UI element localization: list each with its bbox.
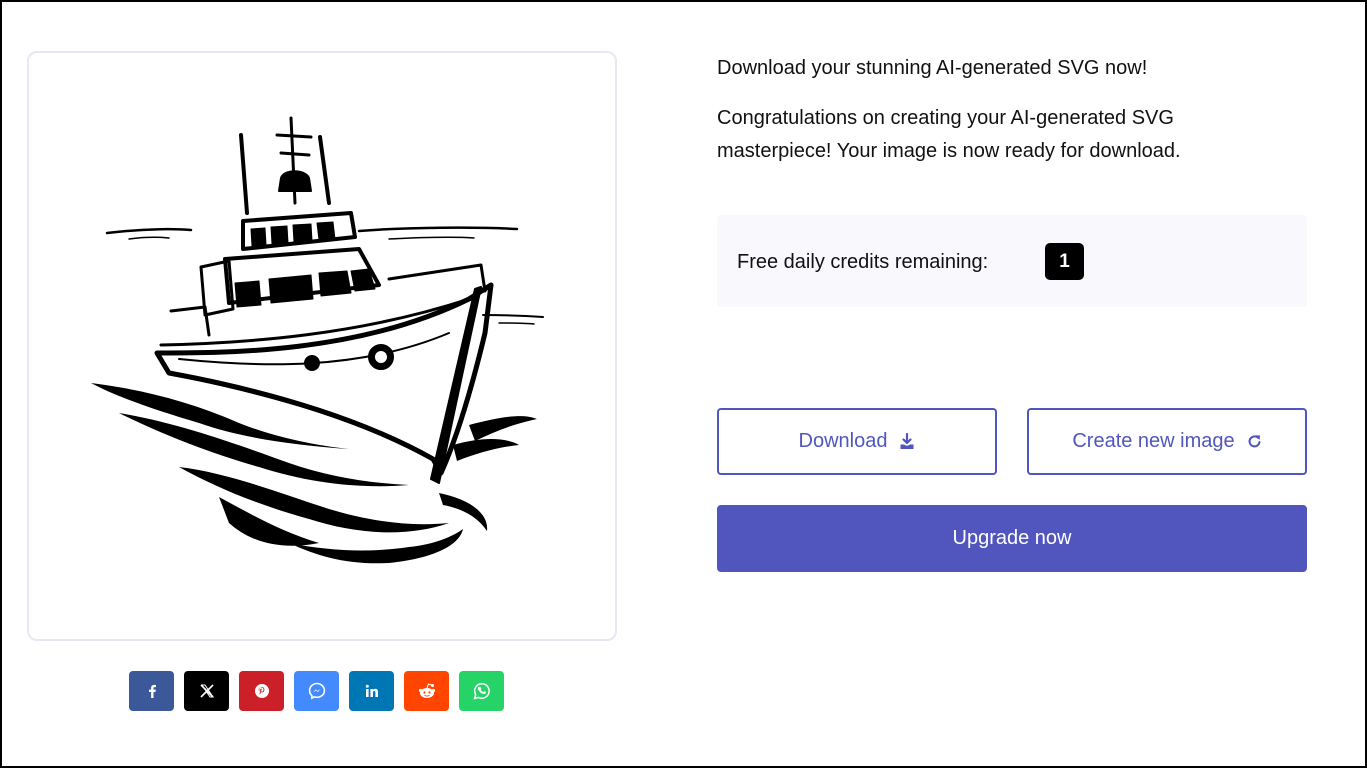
share-reddit-button[interactable] (404, 671, 449, 711)
messenger-icon (308, 682, 325, 700)
credits-label: Free daily credits remaining: (737, 251, 989, 273)
headline: Download your stunning AI-generated SVG … (717, 57, 1148, 79)
refresh-icon (1248, 435, 1261, 448)
share-bar (129, 671, 504, 711)
share-pinterest-button[interactable] (239, 671, 284, 711)
share-x-button[interactable] (184, 671, 229, 711)
pinterest-icon (254, 684, 269, 698)
create-new-image-button[interactable]: Create new image (1027, 408, 1307, 475)
boat-illustration (91, 116, 544, 564)
share-facebook-button[interactable] (129, 671, 174, 711)
congratulations-message: Congratulations on creating your AI-gene… (717, 107, 1181, 162)
create-new-image-label: Create new image (1072, 430, 1235, 452)
linkedin-icon (365, 684, 378, 697)
share-linkedin-button[interactable] (349, 671, 394, 711)
whatsapp-icon (473, 682, 490, 700)
app-window: Download your stunning AI-generated SVG … (0, 0, 1367, 768)
download-button[interactable]: Download (717, 408, 997, 475)
share-whatsapp-button[interactable] (459, 671, 504, 711)
facebook-icon (148, 684, 156, 698)
upgrade-now-button[interactable]: Upgrade now (717, 505, 1307, 572)
generated-image-card (27, 51, 617, 641)
download-icon (900, 433, 914, 449)
share-messenger-button[interactable] (294, 671, 339, 711)
credits-count-badge: 1 (1045, 243, 1084, 280)
download-button-label: Download (798, 430, 888, 452)
x-icon (199, 684, 214, 698)
reddit-icon (418, 683, 435, 698)
credits-panel: Free daily credits remaining: 1 (717, 215, 1307, 307)
